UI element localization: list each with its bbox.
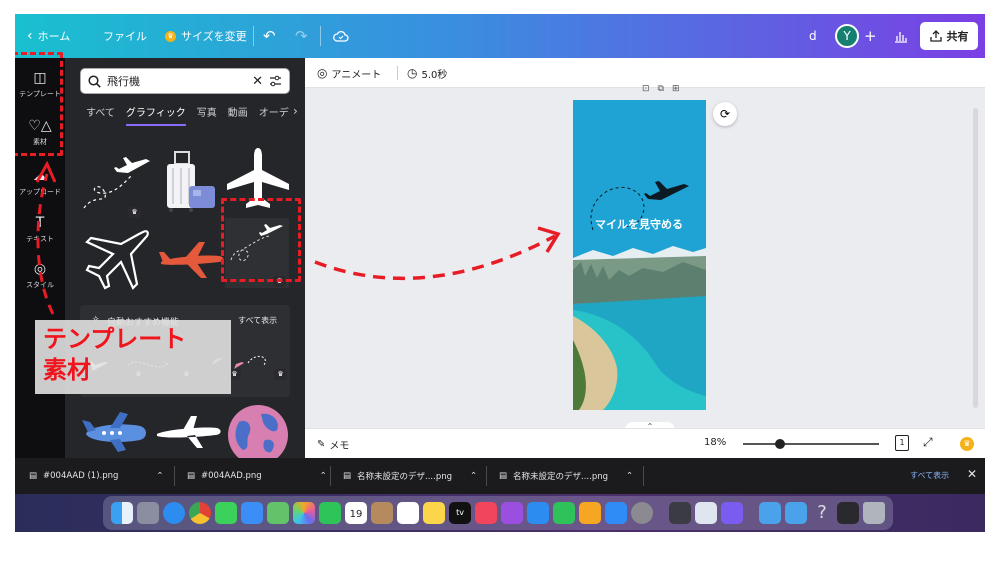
screenshot: ‹ ホーム ファイル ♛ サイズを変更 ↶ ↷ d Y + 共有 ◫ テンプレー… [15,14,985,532]
annotation-label: テンプレート 素材 [35,320,231,394]
annotation-arrows [35,160,561,315]
